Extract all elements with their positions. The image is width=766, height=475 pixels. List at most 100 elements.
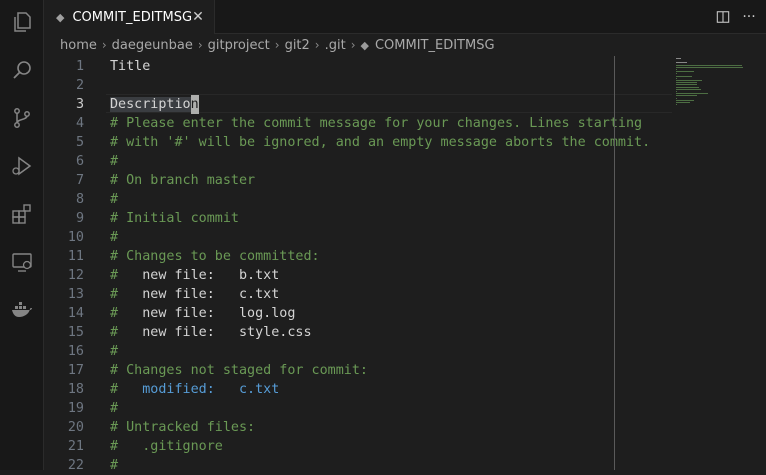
docker-button[interactable]: [0, 290, 44, 330]
editor-line: 20 # Untracked files:: [44, 418, 670, 437]
line-text: # new file: log.log: [110, 304, 295, 323]
editor-line: 22 #: [44, 456, 670, 475]
split-editor-icon[interactable]: [710, 10, 736, 24]
line-number: 20: [67, 420, 84, 435]
explorer-button[interactable]: [0, 2, 44, 42]
minimap-line: [676, 58, 681, 59]
code-editor[interactable]: 1 Title 2 3 Description 4 # Please enter the c…: [44, 56, 672, 473]
editor-line: 1 Title: [44, 57, 670, 76]
minimap-line: [676, 95, 697, 97]
file-name: b.txt: [239, 268, 280, 283]
entry-label: new file:: [142, 287, 215, 302]
line-number: 10: [67, 230, 84, 245]
line-text: Description: [110, 95, 199, 114]
line-number: 13: [67, 287, 84, 302]
text-segment: Title: [110, 59, 151, 74]
search-icon: [13, 61, 31, 79]
line-text: #: [110, 456, 118, 475]
search-button[interactable]: [0, 50, 44, 90]
chevron-right-icon: ›: [197, 38, 203, 52]
breadcrumb-git2[interactable]: git2: [285, 38, 310, 53]
line-number: 22: [67, 458, 84, 473]
source-control-icon: [14, 108, 30, 128]
line-number: 18: [67, 382, 84, 397]
line-number: 17: [67, 363, 84, 378]
breadcrumb-git[interactable]: .git: [325, 38, 346, 53]
minimap[interactable]: [676, 58, 748, 118]
line-text: # modified: c.txt: [110, 380, 279, 399]
line-text: # Changes not staged for commit:: [110, 361, 368, 380]
minimap-line: [676, 104, 677, 106]
comment-segment: # Please enter the commit message for yo…: [110, 116, 643, 131]
file-name: c.txt: [239, 382, 280, 397]
line-number: 12: [67, 268, 84, 283]
line-text: # Untracked files:: [110, 418, 255, 437]
breadcrumb-file[interactable]: ◆ COMMIT_EDITMSG: [361, 38, 495, 53]
comment-segment: # with '#' will be ignored, and an empty…: [110, 135, 651, 150]
line-number: 21: [67, 439, 84, 454]
editor-line: 19 #: [44, 399, 670, 418]
line-number: 5: [75, 135, 84, 150]
comment-segment: #: [110, 306, 143, 321]
entry-label: new file:: [142, 268, 215, 283]
editor-line: 18 # modified: c.txt: [44, 380, 670, 399]
file-name: log.log: [239, 306, 296, 321]
comment-segment: #: [110, 192, 119, 207]
entry-label: new file:: [142, 325, 215, 340]
minimap-line: [676, 84, 697, 86]
breadcrumb-gitproject[interactable]: gitproject: [208, 38, 270, 53]
chevron-right-icon: ›: [350, 38, 356, 52]
minimap-line: [676, 73, 677, 75]
run-debug-button[interactable]: [0, 146, 44, 186]
editor-line: 7 # On branch master: [44, 171, 670, 190]
minimap-line: [676, 88, 701, 90]
remote-icon: [12, 253, 32, 272]
selected-text: Descriptio: [110, 97, 191, 112]
editor-line: 9 # Initial commit: [44, 209, 670, 228]
minimap-line: [676, 69, 677, 70]
comment-segment: #: [110, 344, 119, 359]
extensions-icon: [12, 204, 31, 224]
minimap-line: [676, 77, 677, 79]
minimap-line: [676, 102, 690, 103]
editor-line: 15 # new file: style.css: [44, 323, 670, 342]
minimap-line: [676, 75, 692, 77]
remote-explorer-button[interactable]: [0, 242, 44, 282]
breadcrumb: home › daegeunbae › gitproject › git2 › …: [44, 34, 766, 56]
comment-segment: # Untracked files:: [110, 420, 256, 435]
editor-line: 4 # Please enter the commit message for y…: [44, 114, 670, 133]
editor-line: 21 # .gitignore: [44, 437, 670, 456]
comment-segment: #: [110, 230, 119, 245]
line-text: #: [110, 152, 118, 171]
comment-segment: #: [110, 325, 143, 340]
line-text: # .gitignore: [110, 437, 223, 456]
tab-commit-editmsg[interactable]: ◆ COMMIT_EDITMSG ✕: [44, 0, 215, 34]
comment-segment: # On branch master: [110, 173, 256, 188]
chevron-right-icon: ›: [314, 38, 320, 52]
line-number: 8: [75, 192, 84, 207]
editor-line: 6 #: [44, 152, 670, 171]
comment-segment: #: [110, 268, 143, 283]
editor-line: 11 # Changes to be committed:: [44, 247, 670, 266]
line-number: 1: [75, 59, 84, 74]
breadcrumb-daegeunbae[interactable]: daegeunbae: [112, 38, 193, 53]
text-cursor: n: [190, 95, 199, 114]
chevron-right-icon: ›: [101, 38, 107, 52]
close-icon[interactable]: ✕: [190, 9, 206, 25]
source-control-button[interactable]: [0, 98, 44, 138]
line-text: # new file: c.txt: [110, 285, 279, 304]
extensions-button[interactable]: [0, 194, 44, 234]
breadcrumb-home[interactable]: home: [60, 38, 97, 53]
entry-label: modified:: [142, 382, 215, 397]
editor-line: 16 #: [44, 342, 670, 361]
line-number: 4: [75, 116, 84, 131]
tab-bar: ◆ COMMIT_EDITMSG ✕ ···: [44, 0, 766, 34]
comment-segment: #: [110, 458, 119, 473]
file-icon: ◆: [360, 38, 369, 52]
file-icon: ◆: [56, 10, 65, 24]
more-actions-icon[interactable]: ···: [736, 9, 762, 25]
line-number: 11: [67, 249, 84, 264]
minimap-line: [676, 64, 742, 66]
